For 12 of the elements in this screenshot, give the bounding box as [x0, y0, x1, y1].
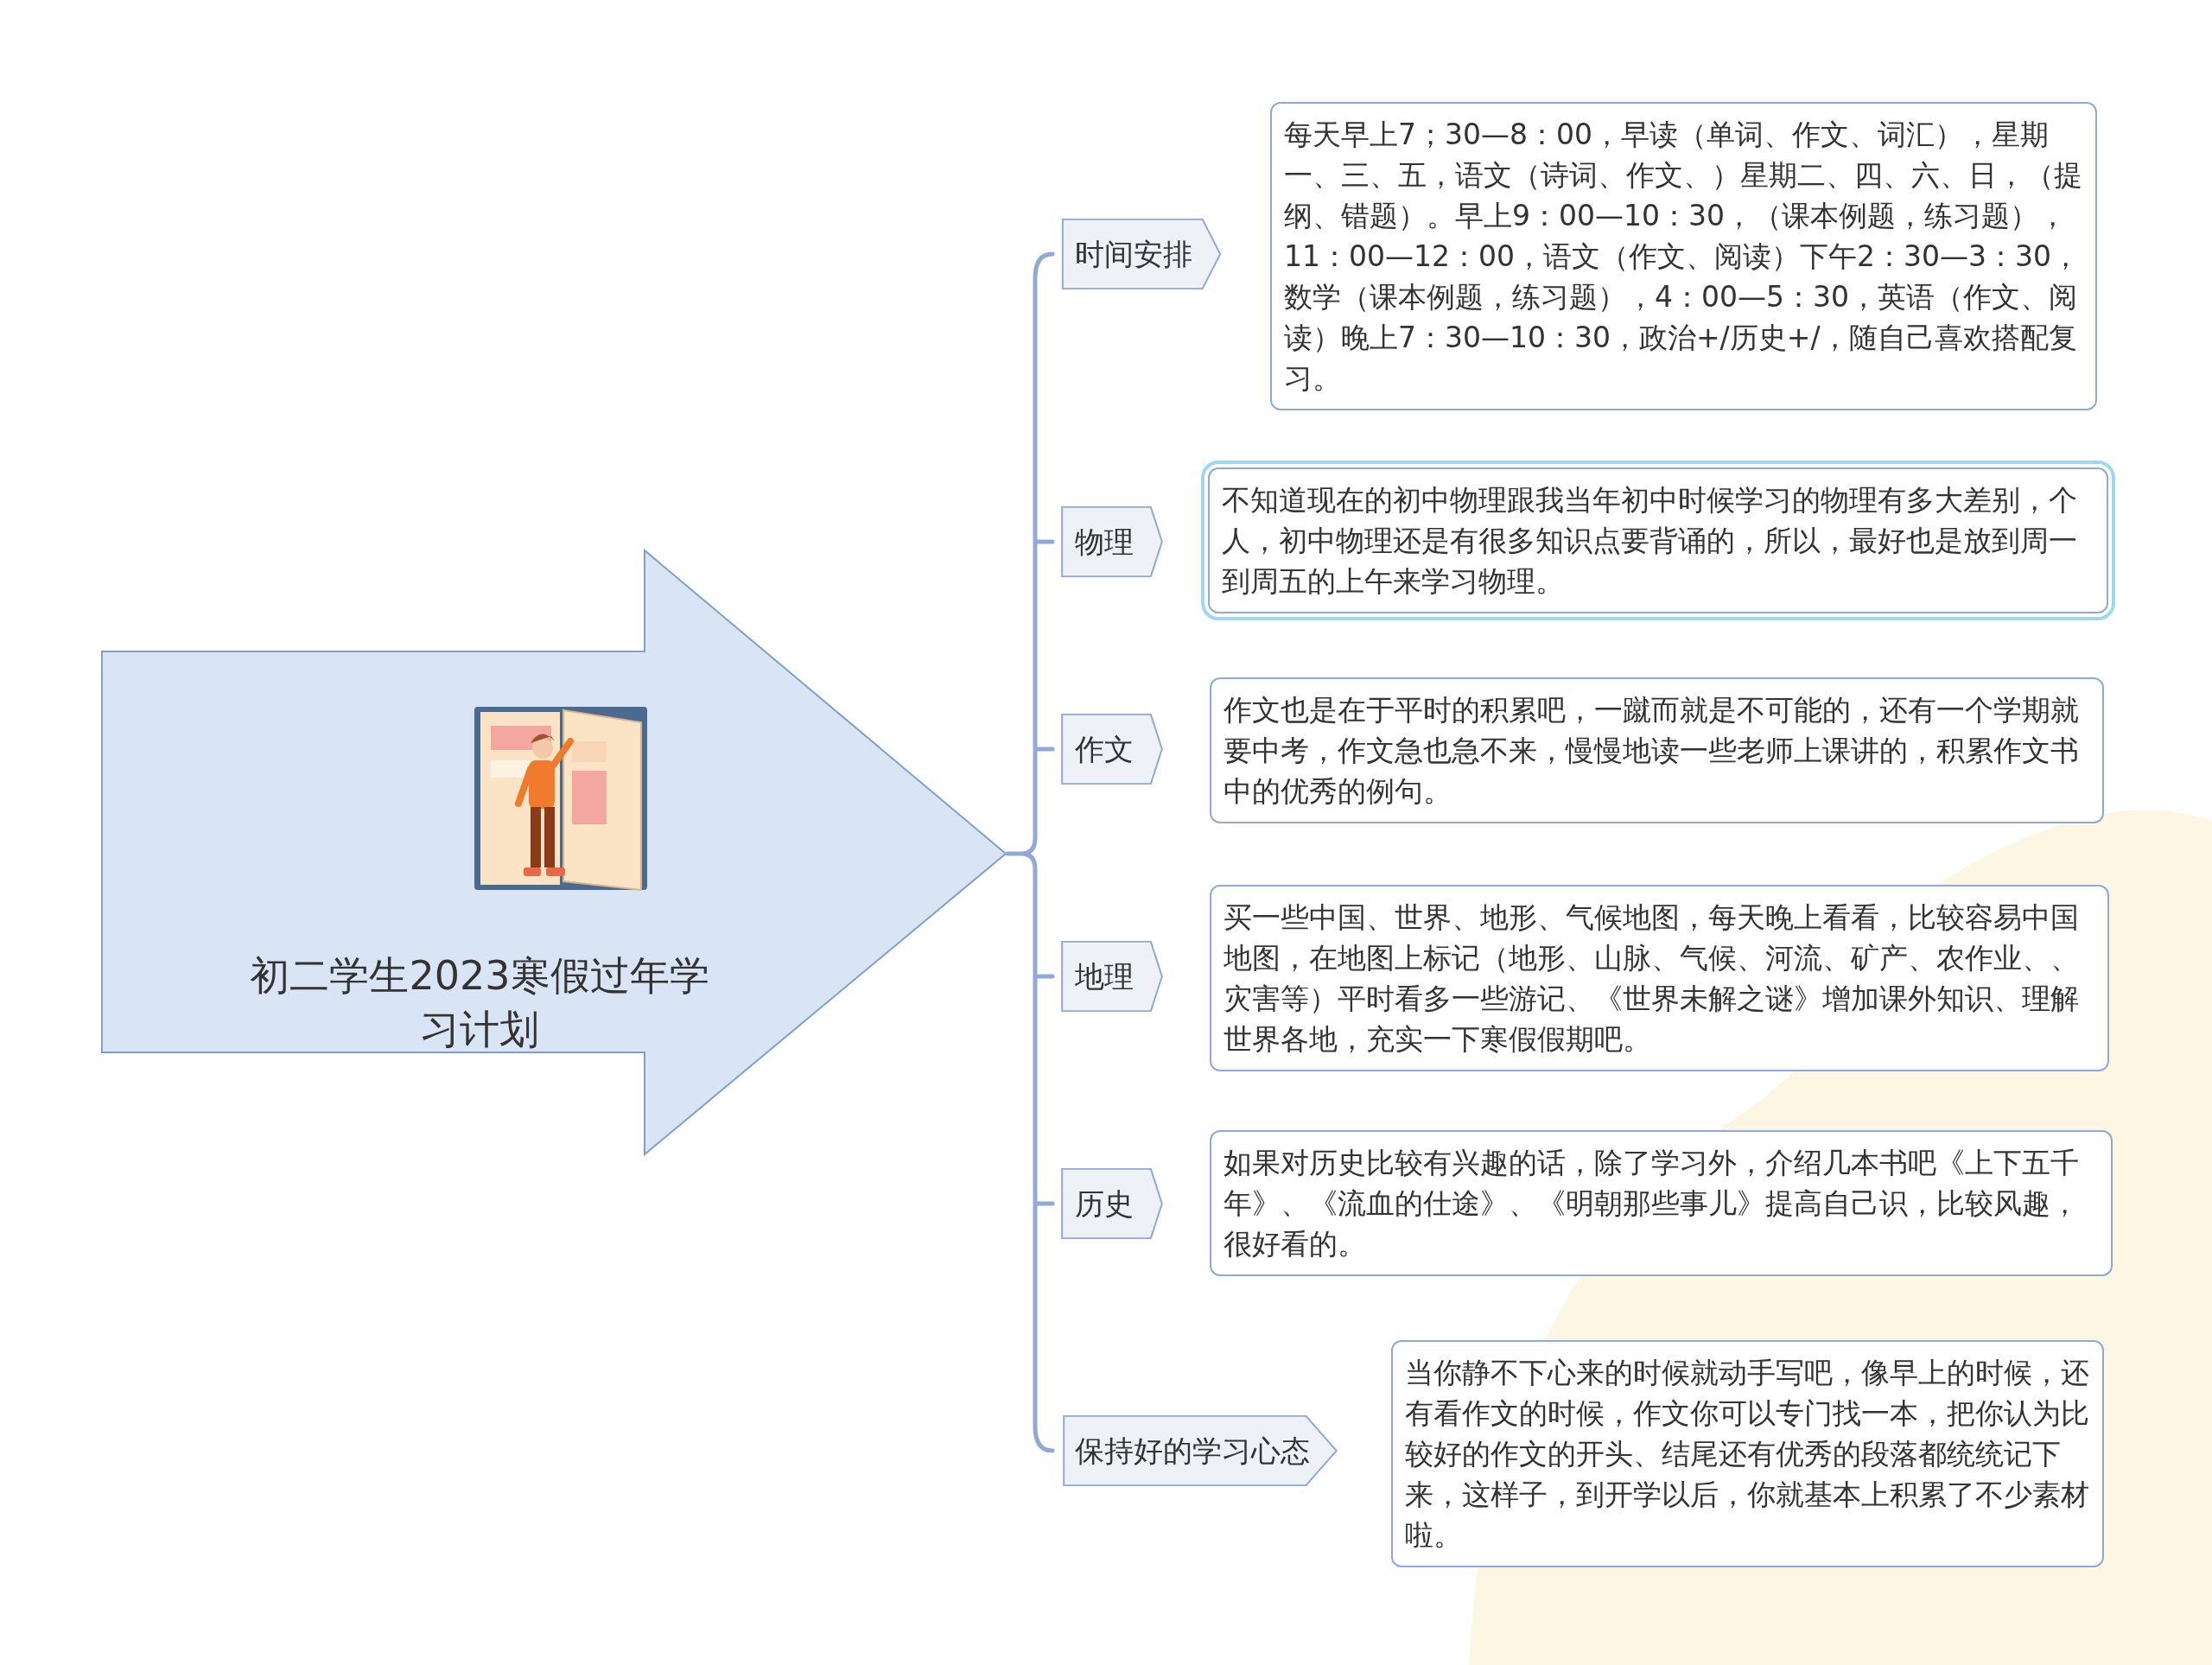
branch-label: 物理 [1061, 506, 1163, 577]
branch-label: 作文 [1061, 714, 1163, 785]
branch-label: 保持好的学习心态 [1061, 1415, 1339, 1486]
note-box: 买一些中国、世界、地形、气候地图，每天晚上看看，比较容易中国地图，在地图上标记（地形、山脉、气候、河流、矿产、农作业、、灾害等）平时看多一些游记、《世界未解之谜》增加课外知识、理解世界各地，充实一下寒假假期吧。 [1210, 885, 2109, 1071]
note-box: 如果对历史比较有兴趣的话，除了学习外，介绍几本书吧《上下五千年》、《流血的仕途》、《明朝那些事儿》提高自己识，比较风趣，很好看的。 [1210, 1130, 2113, 1276]
note-box: 当你静不下心来的时候就动手写吧，像早上的时候，还有看作文的时候，作文你可以专门找一本，把你认为比较好的作文的开头、结尾还有优秀的段落都统统记下来，这样子，到开学以后，你就基本上积累了不少素材啦。 [1391, 1340, 2104, 1567]
central-topic-title: 初二学生2023寒假过年学习计划 [249, 951, 710, 1054]
note-box: 作文也是在于平时的积累吧，一蹴而就是不可能的，还有一个学期就要中考，作文急也急不来，慢慢地读一些老师上课讲的，积累作文书中的优秀的例句。 [1210, 677, 2104, 823]
branch-label: 地理 [1061, 941, 1163, 1012]
branch-label: 历史 [1061, 1168, 1163, 1239]
branch-label: 时间安排 [1061, 219, 1222, 289]
note-box: 每天早上7；30—8：00，早读（单词、作文、词汇），星期一、三、五，语文（诗词、作文、）星期二、四、六、日，（提纲、错题）。早上9：00—10：30，（课本例题，练习题），11：00—12：00，语文（作文、阅读）下午2：30—3：30，数学（课本例题，练习题），4：00—5：30，英语（作文、阅读）晚上7：30—10：30，政治+/历史+/，随自己喜欢搭配复习。 [1270, 102, 2097, 410]
